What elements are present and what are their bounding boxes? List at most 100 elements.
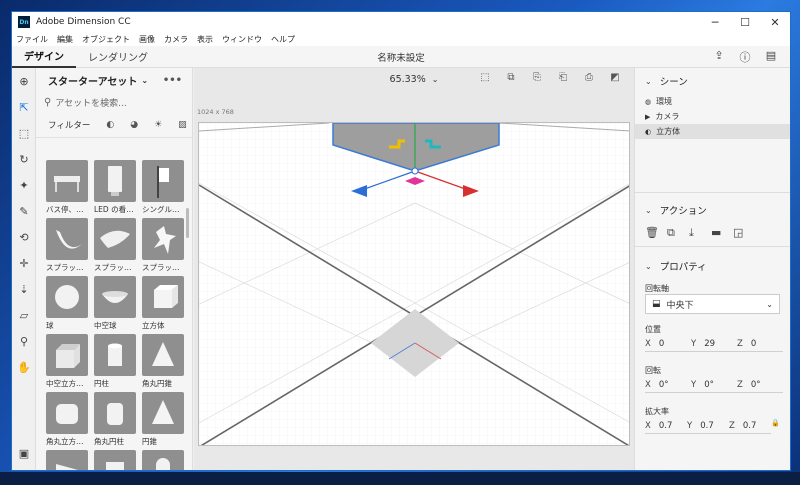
menu-object[interactable]: オブジェクト	[82, 34, 130, 45]
asset-item[interactable]: 球	[46, 276, 88, 331]
pivot-select[interactable]: ⬓ 中央下 ⌄	[645, 294, 780, 314]
asset-search[interactable]: ⚲ アセットを検索...	[44, 92, 184, 112]
chevron-down-icon[interactable]: ⌄	[141, 76, 148, 85]
menu-edit[interactable]: 編集	[57, 34, 73, 45]
asset-label: 立方体	[142, 321, 165, 330]
chevron-down-icon: ⌄	[766, 299, 773, 309]
group-icon[interactable]: ▬	[711, 226, 733, 240]
library-icon[interactable]: ▣	[12, 440, 36, 466]
share-icon[interactable]: ⇪	[706, 49, 732, 65]
scene-item[interactable]: ◐ 立方体	[635, 124, 790, 139]
select-tool-icon[interactable]: ⇱	[12, 94, 36, 120]
asset-item[interactable]: スプラッ…	[142, 218, 184, 273]
asset-item[interactable]	[142, 450, 184, 470]
frame-icon[interactable]: ⬚	[472, 72, 498, 83]
asset-item[interactable]: 中空立方…	[46, 334, 88, 389]
asset-item[interactable]: 角丸立方…	[46, 392, 88, 447]
menu-image[interactable]: 画像	[139, 34, 155, 45]
pan-tool-icon[interactable]: ✛	[12, 250, 36, 276]
material-filter-icon[interactable]: ◕	[130, 120, 138, 130]
orbit-tool-icon[interactable]: ⟲	[12, 224, 36, 250]
place-on-image-icon[interactable]: ◲	[733, 226, 755, 240]
magic-wand-icon[interactable]: ✦	[12, 172, 36, 198]
horizon-tool-icon[interactable]: ⏥	[12, 302, 36, 328]
scene-section-header[interactable]: ⌄ シーン	[635, 68, 790, 94]
scale-y-field[interactable]: Y 0.7	[687, 419, 729, 434]
assets-title[interactable]: スターターアセット	[48, 73, 137, 88]
asset-thumbnail	[46, 334, 88, 376]
more-options-icon[interactable]: •••	[163, 75, 182, 86]
image-filter-icon[interactable]: ▨	[178, 120, 187, 130]
tab-render[interactable]: レンダリング	[76, 46, 160, 68]
menu-file[interactable]: ファイル	[16, 34, 48, 45]
asset-item[interactable]: 角丸円錐	[142, 334, 184, 389]
model-filter-icon[interactable]: ◐	[106, 120, 114, 130]
delete-icon[interactable]: 🗑	[645, 226, 667, 240]
asset-thumbnail	[94, 334, 136, 376]
light-filter-icon[interactable]: ☀	[154, 120, 162, 130]
sample-tool-icon[interactable]: ✎	[12, 198, 36, 224]
asset-item[interactable]	[94, 450, 136, 470]
menu-help[interactable]: ヘルプ	[271, 34, 295, 45]
properties-section-header[interactable]: ⌄ プロパティ	[635, 256, 707, 276]
actions-section-header[interactable]: ⌄ アクション	[635, 200, 707, 220]
duplicate-icon[interactable]: ⧉	[667, 226, 689, 240]
close-button[interactable]: ✕	[760, 12, 790, 32]
asset-item[interactable]: シングル…	[142, 160, 184, 215]
asset-item[interactable]	[46, 450, 88, 470]
asset-item[interactable]: 円錐	[142, 392, 184, 447]
asset-item[interactable]: 中空球	[94, 276, 136, 331]
position-x-field[interactable]: X0	[645, 337, 691, 352]
asset-item[interactable]: スプラッ…	[46, 218, 88, 273]
scene-title: シーン	[659, 77, 688, 88]
camera-bookmark-icon[interactable]: ⧉	[498, 72, 524, 83]
position-y-field[interactable]: Y 29	[691, 337, 737, 352]
menu-window[interactable]: ウィンドウ	[222, 34, 262, 45]
asset-item[interactable]: LED の看…	[94, 160, 136, 215]
rotation-z-field[interactable]: Z 0°	[737, 378, 783, 393]
scale-z-field[interactable]: Z 0.7	[729, 419, 771, 434]
scene-item[interactable]: ◍ 環境	[635, 94, 790, 109]
move-tool-icon[interactable]: ⬚	[12, 120, 36, 146]
scene-item-label: 環境	[656, 97, 673, 106]
rotate-tool-icon[interactable]: ↻	[12, 146, 36, 172]
chevron-down-icon[interactable]: ⌄	[645, 206, 652, 215]
asset-item[interactable]: スプラッ…	[94, 218, 136, 273]
feedback-icon[interactable]: ▤	[758, 49, 784, 65]
menu-view[interactable]: 表示	[197, 34, 213, 45]
asset-item[interactable]: 立方体	[142, 276, 184, 331]
asset-thumbnail	[46, 160, 88, 202]
zoom-tool-icon[interactable]: ⚲	[12, 328, 36, 354]
chevron-down-icon[interactable]: ⌄	[645, 77, 652, 86]
camera-view-icon[interactable]: ⎘	[524, 72, 550, 83]
asset-item[interactable]: バス停、…	[46, 160, 88, 215]
chevron-down-icon[interactable]: ⌄	[645, 262, 652, 271]
scene-item[interactable]: ▶ カメラ	[635, 109, 790, 124]
camera-add-icon[interactable]: ⎙	[576, 72, 602, 83]
add-icon[interactable]: ⊕	[12, 68, 36, 94]
dolly-tool-icon[interactable]: ⇣	[12, 276, 36, 302]
camera-orbit-icon[interactable]: ⎗	[550, 72, 576, 83]
asset-item[interactable]: 円柱	[94, 334, 136, 389]
render-preview-icon[interactable]: ◩	[602, 72, 628, 83]
drop-to-ground-icon[interactable]: ⤓	[689, 226, 711, 240]
asset-scrollbar[interactable]	[186, 208, 189, 238]
hand-tool-icon[interactable]: ✋	[12, 354, 36, 380]
viewport: 65.33% ⌄ ⬚ ⧉ ⎘ ⎗ ⎙ ◩ 1024 x 768	[194, 68, 634, 470]
menu-camera[interactable]: カメラ	[164, 34, 188, 45]
zoom-level[interactable]: 65.33%	[390, 74, 426, 85]
lock-icon[interactable]: 🔒	[771, 419, 780, 434]
help-icon[interactable]: ⓘ	[732, 49, 758, 65]
position-z-field[interactable]: Z0	[737, 337, 783, 352]
maximize-button[interactable]: ☐	[730, 12, 760, 32]
asset-item[interactable]: 角丸円柱	[94, 392, 136, 447]
chevron-down-icon[interactable]: ⌄	[432, 75, 439, 84]
asset-thumbnail	[46, 392, 88, 434]
tab-design[interactable]: デザイン	[12, 46, 76, 68]
minimize-button[interactable]: ─	[700, 12, 730, 32]
rotation-y-field[interactable]: Y 0°	[691, 378, 737, 393]
3d-canvas[interactable]	[198, 122, 630, 446]
properties-title: プロパティ	[659, 262, 707, 273]
rotation-x-field[interactable]: X 0°	[645, 378, 691, 393]
scale-x-field[interactable]: X 0.7	[645, 419, 687, 434]
